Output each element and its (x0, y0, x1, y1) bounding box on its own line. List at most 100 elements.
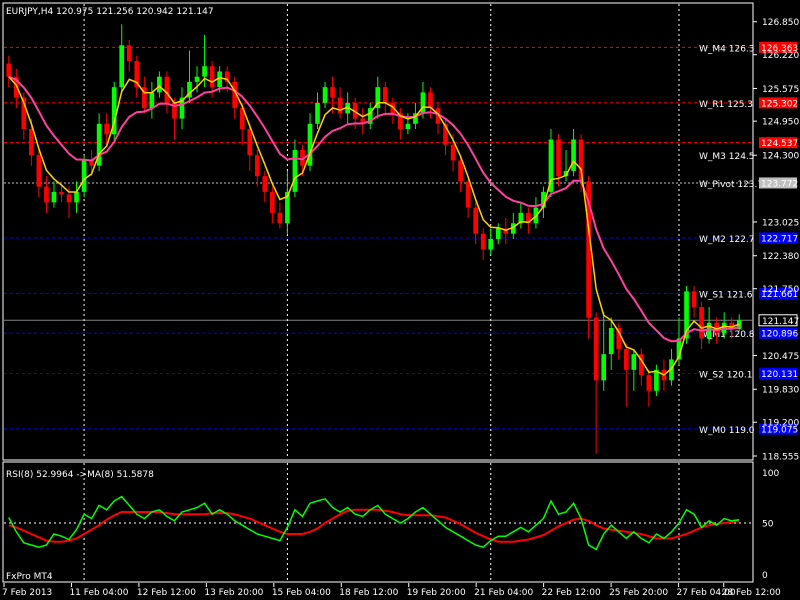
candle-body (164, 76, 170, 103)
candle-body (322, 87, 328, 103)
candle-body (337, 97, 343, 114)
candle (518, 202, 524, 229)
candle (360, 108, 366, 135)
candle (337, 87, 343, 119)
pivot-levels: W_M4 126.3 126.363W_R1 125.3 125.302124.53… (4, 41, 799, 436)
pivot-tag: 124.537 (759, 137, 798, 149)
candle (141, 76, 147, 114)
candle-body (247, 129, 253, 156)
candle-body (277, 212, 283, 224)
pivot-tag: 120.131 (759, 368, 798, 380)
x-tick-label: 21 Feb 04:00 (474, 588, 533, 598)
candle (111, 81, 117, 140)
candle-body (315, 102, 320, 124)
candle-body (495, 228, 501, 239)
pivot-label: W_M4 126.3 (699, 44, 755, 54)
candle (157, 71, 162, 98)
candle-body (51, 191, 57, 203)
rsi-tick-label: 100 (762, 469, 779, 479)
candle (134, 55, 140, 98)
x-tick-label: 11 Feb 04:00 (69, 588, 128, 598)
candle-body (488, 238, 494, 250)
candle-body (59, 191, 64, 195)
candle (6, 55, 12, 88)
rsi-tick-label: 50 (762, 520, 774, 530)
pivot-label: W_M0 119.0 (699, 426, 755, 436)
candle (480, 228, 486, 260)
x-tick-label: 15 Feb 04:00 (272, 588, 331, 598)
candle (307, 113, 313, 171)
candle-body (119, 45, 125, 88)
candle-body (450, 144, 456, 161)
candle-body (330, 87, 335, 98)
candle (232, 76, 238, 119)
candle (119, 24, 125, 93)
candle (254, 149, 260, 187)
ma-fast-line (8, 76, 740, 376)
y-tick-label: 126.850 (762, 18, 799, 28)
candle-body (480, 233, 486, 250)
pivot-tag: 123.772 (759, 177, 798, 189)
candle-body (262, 176, 268, 192)
pivot-label: W_Pivot 123.7 (699, 180, 763, 190)
candle-body (428, 92, 433, 109)
candle (51, 181, 57, 208)
y-tick-label: 120.475 (762, 352, 799, 362)
candle-body (74, 191, 79, 203)
candle (428, 87, 433, 119)
candle (126, 40, 132, 72)
candle-body (194, 76, 200, 82)
candle-body (104, 123, 109, 135)
candle-body (646, 375, 652, 391)
price-pane-frame (2, 2, 754, 461)
time-axis: 7 Feb 2013 11 Feb 04:00 12 Feb 12:00 13 Feb… (2, 583, 781, 598)
candle-body (465, 181, 471, 208)
candle (533, 197, 539, 229)
rsi-pane-frame (2, 461, 754, 583)
candle (623, 343, 629, 407)
chart-canvas: W_M4 126.3 126.363W_R1 125.3 125.302124.53… (2, 2, 799, 598)
y-tick-label: 124.300 (762, 152, 799, 162)
candle-body (601, 354, 607, 381)
candle-body (556, 139, 561, 177)
candle-body (654, 369, 659, 391)
y-tick-label: 119.200 (762, 419, 799, 429)
candle (315, 92, 320, 130)
candle (495, 223, 501, 245)
candle-body (458, 160, 463, 182)
rsi-ma-line (8, 508, 740, 543)
y-tick-label: 124.950 (762, 118, 799, 128)
candle (390, 97, 396, 124)
pivot-tag-text: 122.717 (761, 234, 798, 244)
candles (6, 24, 742, 454)
candle-body (29, 129, 34, 156)
candle (631, 348, 637, 391)
pivot-tag-text: 123.772 (761, 179, 798, 189)
candle (691, 286, 697, 318)
candle (435, 102, 441, 135)
rsi-header: RSI(8) 52.9964 ->MA(8) 51.5878 (6, 470, 154, 480)
x-tick-label: 25 Feb 20:00 (609, 588, 668, 598)
x-tick-label: 13 Feb 20:00 (204, 588, 263, 598)
candle-body (126, 45, 132, 61)
candle (81, 155, 87, 198)
candle-body (593, 317, 599, 381)
candle-body (81, 160, 87, 192)
x-tick-label: 28 Feb 12:00 (722, 588, 781, 598)
x-tick-label: 22 Feb 12:00 (542, 588, 601, 598)
candle-body (44, 186, 49, 203)
candle-body (209, 66, 215, 88)
candle (503, 218, 509, 245)
candle-body (270, 191, 275, 213)
moving-averages (8, 75, 740, 376)
candle-body (292, 149, 298, 192)
pivot-label: W_M3 124.5 (699, 152, 755, 162)
candle (179, 87, 185, 130)
pivot-label: W_M2 122.7 (699, 235, 755, 245)
candle (96, 113, 102, 171)
candle (277, 202, 283, 229)
candle-body (631, 354, 637, 370)
candle (593, 312, 599, 454)
candle-body (473, 207, 478, 234)
candle (367, 102, 373, 130)
